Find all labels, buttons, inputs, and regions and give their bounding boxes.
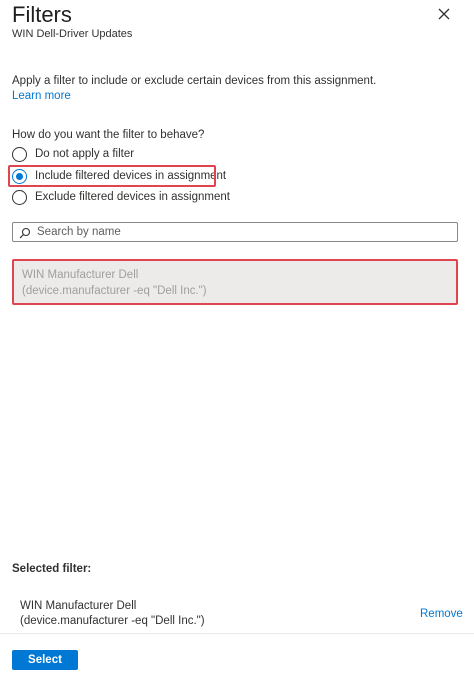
selected-filter-rule: (device.manufacturer -eq "Dell Inc.") [20, 615, 205, 627]
filter-name: WIN Manufacturer Dell [22, 269, 139, 281]
panel-subtitle: WIN Dell-Driver Updates [12, 28, 133, 40]
radio-label: Do not apply a filter [35, 148, 135, 160]
filter-rule: (device.manufacturer -eq "Dell Inc.") [22, 285, 207, 297]
behavior-question: How do you want the filter to behave? [12, 129, 205, 141]
selected-filter-name: WIN Manufacturer Dell [20, 600, 137, 612]
remove-link[interactable]: Remove [420, 608, 463, 620]
filter-list-item[interactable]: WIN Manufacturer Dell (device.manufactur… [12, 259, 458, 305]
radio-do-not-apply[interactable]: Do not apply a filter [12, 145, 134, 163]
close-icon[interactable] [434, 4, 454, 24]
radio-label: Exclude filtered devices in assignment [35, 191, 230, 203]
description-text: Apply a filter to include or exclude cer… [12, 75, 377, 87]
radio-button[interactable] [12, 189, 27, 205]
panel-title: Filters [12, 2, 72, 27]
selected-filter-heading: Selected filter: [12, 563, 92, 575]
select-button[interactable]: Select [12, 650, 78, 670]
radio-exclude-filtered[interactable]: Exclude filtered devices in assignment [12, 188, 230, 206]
search-box[interactable] [12, 222, 458, 242]
radio-button[interactable] [12, 146, 27, 162]
search-icon [19, 226, 31, 239]
footer-divider [0, 633, 474, 634]
learn-more-link[interactable]: Learn more [12, 90, 71, 102]
search-input[interactable] [37, 226, 437, 238]
highlight-box [8, 165, 216, 187]
